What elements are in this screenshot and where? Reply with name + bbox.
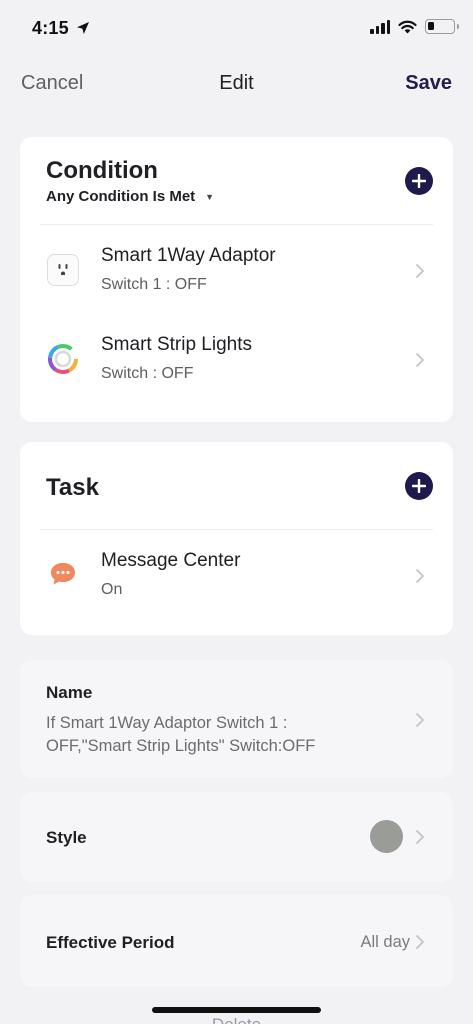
condition-card: Condition Any Condition Is Met ▼ Smart 1…	[20, 137, 453, 422]
save-button[interactable]: Save	[405, 72, 452, 95]
effective-period-value: All day	[360, 933, 410, 951]
style-label: Style	[46, 828, 87, 847]
location-arrow-icon	[77, 22, 89, 34]
style-setting-row[interactable]: Style	[20, 792, 453, 882]
condition-item-title: Smart Strip Lights	[101, 334, 252, 355]
status-indicators	[370, 19, 459, 34]
style-color-swatch	[370, 820, 403, 853]
chevron-right-icon	[416, 569, 424, 583]
chevron-right-icon	[416, 713, 424, 727]
task-item-message-center[interactable]: Message Center On	[20, 530, 453, 630]
cellular-signal-icon	[370, 19, 390, 34]
home-indicator	[152, 1007, 321, 1013]
condition-match-label: Any Condition Is Met	[46, 188, 196, 205]
delete-button-partial[interactable]: Delete	[0, 1015, 473, 1024]
chevron-right-icon	[416, 353, 424, 367]
add-task-button[interactable]	[405, 472, 433, 500]
condition-item-smart-1way-adaptor[interactable]: Smart 1Way Adaptor Switch 1 : OFF	[20, 225, 453, 315]
add-condition-button[interactable]	[405, 167, 433, 195]
wifi-icon	[398, 20, 417, 33]
edit-scene-screen: 4:15 Edit Cancel Save Condition Any Cond…	[0, 0, 473, 1024]
plus-icon	[412, 174, 426, 188]
chevron-down-icon: ▼	[205, 191, 215, 202]
strip-lights-icon	[46, 342, 80, 376]
name-setting-row[interactable]: Name If Smart 1Way Adaptor Switch 1 : OF…	[20, 660, 453, 778]
condition-match-selector[interactable]: Any Condition Is Met ▼	[46, 188, 214, 205]
cancel-button[interactable]: Cancel	[21, 72, 83, 95]
status-bar: 4:15	[0, 0, 473, 56]
status-time: 4:15	[32, 18, 69, 38]
battery-icon	[425, 19, 459, 34]
condition-title: Condition	[46, 157, 158, 184]
task-card: Task Message Center On	[20, 442, 453, 635]
condition-item-title: Smart 1Way Adaptor	[101, 245, 276, 266]
name-label: Name	[46, 683, 93, 702]
task-title: Task	[46, 474, 99, 501]
chevron-right-icon	[416, 264, 424, 278]
smart-plug-icon	[46, 253, 80, 287]
task-item-subtitle: On	[101, 581, 123, 598]
condition-item-subtitle: Switch 1 : OFF	[101, 276, 207, 293]
condition-item-smart-strip-lights[interactable]: Smart Strip Lights Switch : OFF	[20, 315, 453, 405]
effective-period-row[interactable]: Effective Period All day	[20, 895, 453, 987]
plus-icon	[412, 479, 426, 493]
effective-period-label: Effective Period	[46, 933, 175, 952]
navigation-bar: Edit Cancel Save	[0, 66, 473, 106]
message-bubble-icon	[46, 557, 80, 591]
task-item-title: Message Center	[101, 550, 241, 571]
name-value: If Smart 1Way Adaptor Switch 1 : OFF,"Sm…	[46, 714, 316, 755]
condition-item-subtitle: Switch : OFF	[101, 365, 194, 382]
chevron-right-icon	[416, 830, 424, 844]
chevron-right-icon	[416, 935, 424, 949]
